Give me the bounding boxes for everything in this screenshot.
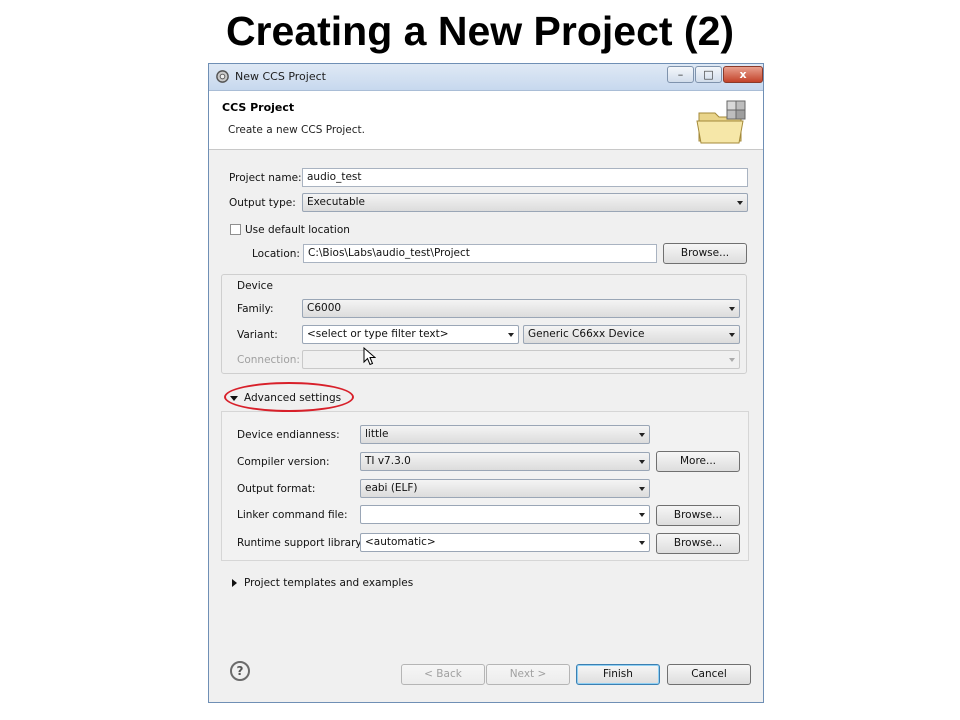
wizard-heading: CCS Project [222,101,295,114]
project-folder-icon [696,100,746,144]
chevron-down-icon [737,201,743,205]
project-name-label: Project name: [229,172,302,184]
use-default-location-checkbox[interactable] [230,224,241,235]
compiler-more-button[interactable]: More... [656,451,740,472]
variant-select[interactable]: Generic C66xx Device [523,325,740,344]
chevron-down-icon [639,513,645,517]
back-button[interactable]: < Back [401,664,485,685]
cancel-button[interactable]: Cancel [667,664,751,685]
wizard-subtitle: Create a new CCS Project. [228,124,365,136]
minimize-icon: – [677,68,684,81]
chevron-down-icon [508,333,514,337]
variant-filter-value: <select or type filter text> [307,328,449,340]
compiler-version-label: Compiler version: [237,456,330,468]
rts-browse-button[interactable]: Browse... [656,533,740,554]
chevron-down-icon [729,358,735,362]
highlight-ellipse [224,382,354,412]
maximize-button[interactable]: □ [695,66,722,83]
compiler-version-select[interactable]: TI v7.3.0 [360,452,650,471]
chevron-down-icon [639,433,645,437]
output-type-label: Output type: [229,197,296,209]
output-format-select[interactable]: eabi (ELF) [360,479,650,498]
close-icon: x [739,68,747,81]
location-input[interactable]: C:\Bios\Labs\audio_test\Project [303,244,657,263]
output-type-select[interactable]: Executable [302,193,748,212]
mouse-pointer-icon [363,347,376,366]
project-templates-toggle[interactable]: Project templates and examples [244,577,413,589]
close-button[interactable]: x [723,66,763,83]
variant-value: Generic C66xx Device [528,328,645,340]
help-icon[interactable]: ? [230,661,250,681]
output-format-label: Output format: [237,483,316,495]
next-button[interactable]: Next > [486,664,570,685]
minimize-button[interactable]: – [667,66,694,83]
use-default-location-label[interactable]: Use default location [245,224,350,236]
runtime-support-library-select[interactable]: <automatic> [360,533,650,552]
collapse-arrow-icon[interactable] [232,579,237,587]
slide-title: Creating a New Project (2) [225,8,735,54]
wizard-banner: CCS Project Create a new CCS Project. [209,91,763,150]
family-label: Family: [237,303,274,315]
location-label: Location: [252,248,300,260]
variant-label: Variant: [237,329,278,341]
chevron-down-icon [729,307,735,311]
linker-command-file-select[interactable] [360,505,650,524]
family-value: C6000 [307,302,342,314]
chevron-down-icon [639,487,645,491]
connection-label: Connection: [237,354,300,366]
linker-command-file-label: Linker command file: [237,509,348,521]
device-group-label: Device [237,280,273,292]
endianness-value: little [365,428,389,440]
runtime-support-library-label: Runtime support library: [237,537,365,549]
window-titlebar[interactable]: New CCS Project – □ x [209,64,763,91]
app-gear-icon [216,70,229,83]
runtime-support-library-value: <automatic> [365,536,436,548]
chevron-down-icon [639,541,645,545]
location-browse-button[interactable]: Browse... [663,243,747,264]
window-title: New CCS Project [235,70,326,83]
endianness-label: Device endianness: [237,429,340,441]
endianness-select[interactable]: little [360,425,650,444]
family-select[interactable]: C6000 [302,299,740,318]
output-type-value: Executable [307,196,366,208]
chevron-down-icon [639,460,645,464]
variant-filter-select[interactable]: <select or type filter text> [302,325,519,344]
chevron-down-icon [729,333,735,337]
project-name-input[interactable]: audio_test [302,168,748,187]
output-format-value: eabi (ELF) [365,482,418,494]
linker-browse-button[interactable]: Browse... [656,505,740,526]
compiler-version-value: TI v7.3.0 [365,455,411,467]
finish-button[interactable]: Finish [576,664,660,685]
maximize-icon: □ [703,68,714,81]
